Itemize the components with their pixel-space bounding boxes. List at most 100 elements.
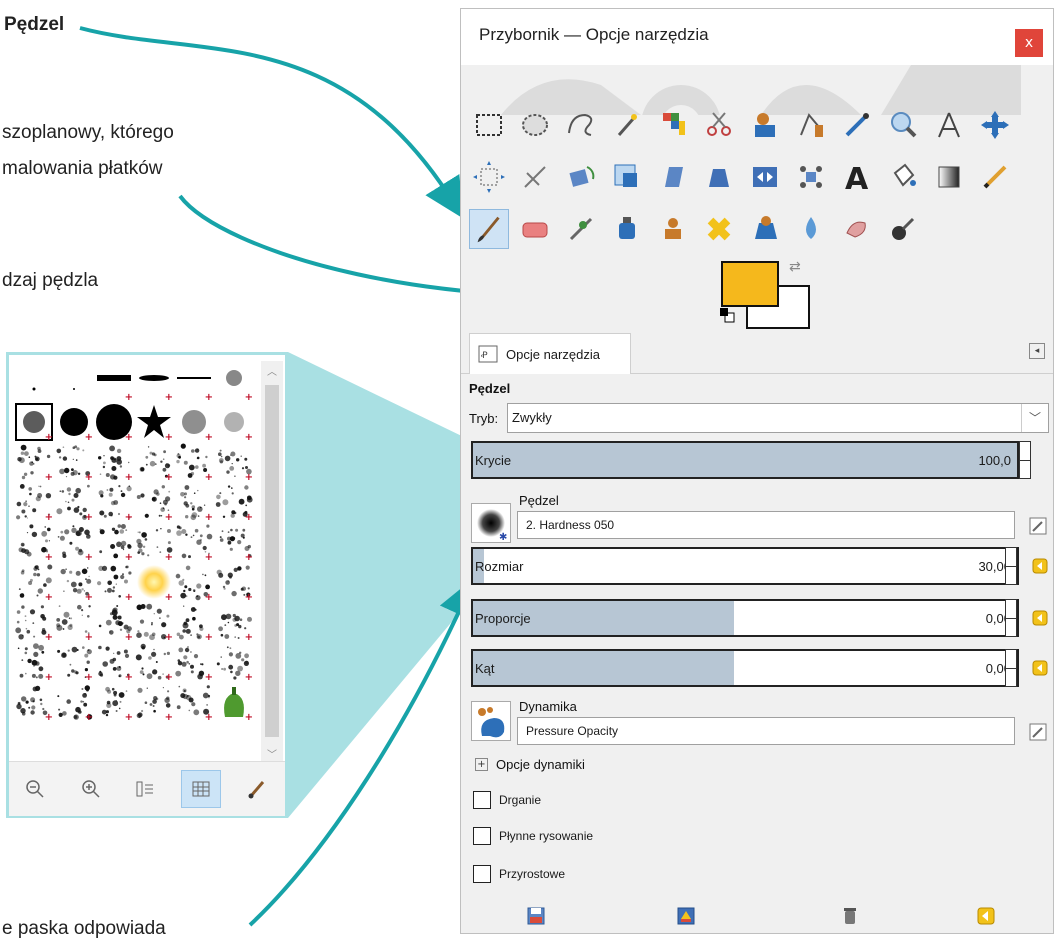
clone-icon[interactable] <box>653 209 693 249</box>
brush-swatch[interactable]: + <box>135 643 173 683</box>
brush-swatch[interactable]: + <box>215 563 253 603</box>
brush-swatch[interactable]: + <box>55 483 93 523</box>
incremental-row[interactable]: Przyrostowe <box>473 865 565 883</box>
zoom-out-icon[interactable] <box>15 770 55 808</box>
brush-swatch[interactable]: + <box>15 643 53 683</box>
brush-swatch[interactable]: + <box>175 603 213 643</box>
brush-swatch[interactable]: + <box>135 403 173 443</box>
brush-thumbnail[interactable]: ✱ <box>471 503 511 543</box>
brush-swatch[interactable]: + <box>95 563 133 603</box>
tab-tool-options[interactable]: Ꝓ Opcje narzędzia <box>469 333 631 374</box>
dynamics-thumbnail[interactable] <box>471 701 511 741</box>
brush-swatch[interactable]: + <box>215 603 253 643</box>
size-spinner[interactable] <box>1005 547 1017 585</box>
pencil-icon[interactable] <box>975 157 1015 197</box>
scale-icon[interactable] <box>607 157 647 197</box>
dynamics-options-expander[interactable]: + Opcje dynamiki <box>475 757 585 772</box>
angle-spinner[interactable] <box>1005 649 1017 687</box>
brush-swatch[interactable]: + <box>55 563 93 603</box>
color-picker-icon[interactable] <box>837 105 877 145</box>
brush-swatch[interactable]: + <box>15 603 53 643</box>
edit-brush-pencil-icon[interactable] <box>1029 517 1047 535</box>
brush-swatch[interactable]: + <box>55 443 93 483</box>
move-icon[interactable] <box>975 105 1015 145</box>
brush-swatch[interactable]: + <box>95 683 133 723</box>
blur-icon[interactable] <box>791 209 831 249</box>
dynamics-field[interactable]: Pressure Opacity <box>517 717 1015 745</box>
measure-icon[interactable] <box>929 105 969 145</box>
tab-menu-icon[interactable]: ◂ <box>1029 343 1045 359</box>
brush-swatch[interactable]: + <box>55 603 93 643</box>
zoom-icon[interactable] <box>883 105 923 145</box>
size-reset-icon[interactable] <box>1031 557 1049 575</box>
opacity-slider[interactable]: Krycie 100,0 <box>471 441 1019 479</box>
swap-colors-icon[interactable]: ⇄ <box>789 259 801 275</box>
brush-swatch[interactable]: + <box>135 523 173 563</box>
flip-icon[interactable] <box>745 157 785 197</box>
ratio-spinner[interactable] <box>1005 599 1017 637</box>
eraser-icon[interactable] <box>515 209 555 249</box>
brush-swatch[interactable]: + <box>215 363 253 403</box>
brush-swatch[interactable]: + <box>135 483 173 523</box>
brush-field[interactable]: 2. Hardness 050 <box>517 511 1015 539</box>
incremental-checkbox[interactable] <box>473 865 491 883</box>
list-view-icon[interactable] <box>125 770 165 808</box>
brush-swatch[interactable]: + <box>95 403 133 443</box>
brush-swatch[interactable]: + <box>215 443 253 483</box>
brush-swatch[interactable]: + <box>215 403 253 443</box>
brush-swatch[interactable]: + <box>215 643 253 683</box>
foreground-select-icon[interactable] <box>745 105 785 145</box>
brush-swatch[interactable]: + <box>55 403 93 443</box>
jitter-checkbox[interactable] <box>473 791 491 809</box>
angle-reset-icon[interactable] <box>1031 659 1049 677</box>
edit-dynamics-pencil-icon[interactable] <box>1029 723 1047 741</box>
brush-swatch[interactable]: + <box>15 563 53 603</box>
brush-swatch[interactable]: + <box>95 483 133 523</box>
free-select-icon[interactable] <box>561 105 601 145</box>
scissors-icon[interactable] <box>699 105 739 145</box>
brush-swatch[interactable]: + <box>215 483 253 523</box>
brush-swatch[interactable]: + <box>55 643 93 683</box>
default-colors-icon[interactable] <box>719 307 735 323</box>
mode-select[interactable]: Zwykły ﹀ <box>507 403 1049 433</box>
brush-swatch[interactable]: + <box>15 443 53 483</box>
brush-swatch[interactable]: + <box>175 563 213 603</box>
brush-swatch[interactable]: + <box>95 603 133 643</box>
text-icon[interactable]: A <box>837 157 877 197</box>
brush-swatch[interactable]: + <box>135 683 173 723</box>
scroll-down-icon[interactable]: ﹀ <box>267 746 277 761</box>
align-icon[interactable] <box>469 157 509 197</box>
brush-swatch[interactable]: + <box>15 403 53 443</box>
close-button[interactable]: x <box>1015 29 1043 57</box>
bucket-fill-icon[interactable] <box>883 157 923 197</box>
brush-swatch[interactable]: + <box>95 643 133 683</box>
angle-slider[interactable]: Kąt 0,00 <box>471 649 1019 687</box>
brush-swatch[interactable]: + <box>135 603 173 643</box>
cage-icon[interactable] <box>791 157 831 197</box>
rect-select-icon[interactable] <box>469 105 509 145</box>
dodge-burn-icon[interactable] <box>883 209 923 249</box>
brush-swatch[interactable]: + <box>55 523 93 563</box>
opacity-spinner[interactable] <box>1019 441 1031 479</box>
save-options-icon[interactable] <box>525 905 547 927</box>
ratio-reset-icon[interactable] <box>1031 609 1049 627</box>
delete-options-icon[interactable] <box>839 905 861 927</box>
perspective-icon[interactable] <box>699 157 739 197</box>
shear-icon[interactable] <box>653 157 693 197</box>
brush-swatch[interactable]: + <box>55 683 93 723</box>
reset-options-icon[interactable] <box>975 905 997 927</box>
ellipse-select-icon[interactable] <box>515 105 555 145</box>
fuzzy-select-icon[interactable] <box>607 105 647 145</box>
edit-brush-icon[interactable] <box>237 770 277 808</box>
jitter-row[interactable]: Drganie <box>473 791 541 809</box>
paths-icon[interactable] <box>791 105 831 145</box>
popup-scrollbar[interactable]: ︿ ﹀ <box>261 361 283 763</box>
paintbrush-icon[interactable] <box>469 209 509 249</box>
scroll-up-icon[interactable]: ︿ <box>267 363 277 378</box>
grid-view-icon[interactable] <box>181 770 221 808</box>
size-slider[interactable]: Rozmiar 30,00 <box>471 547 1019 585</box>
brush-swatch[interactable]: + <box>215 523 253 563</box>
brush-swatch[interactable]: + <box>175 403 213 443</box>
brush-swatch[interactable]: + <box>95 523 133 563</box>
brush-swatch[interactable]: + <box>175 523 213 563</box>
